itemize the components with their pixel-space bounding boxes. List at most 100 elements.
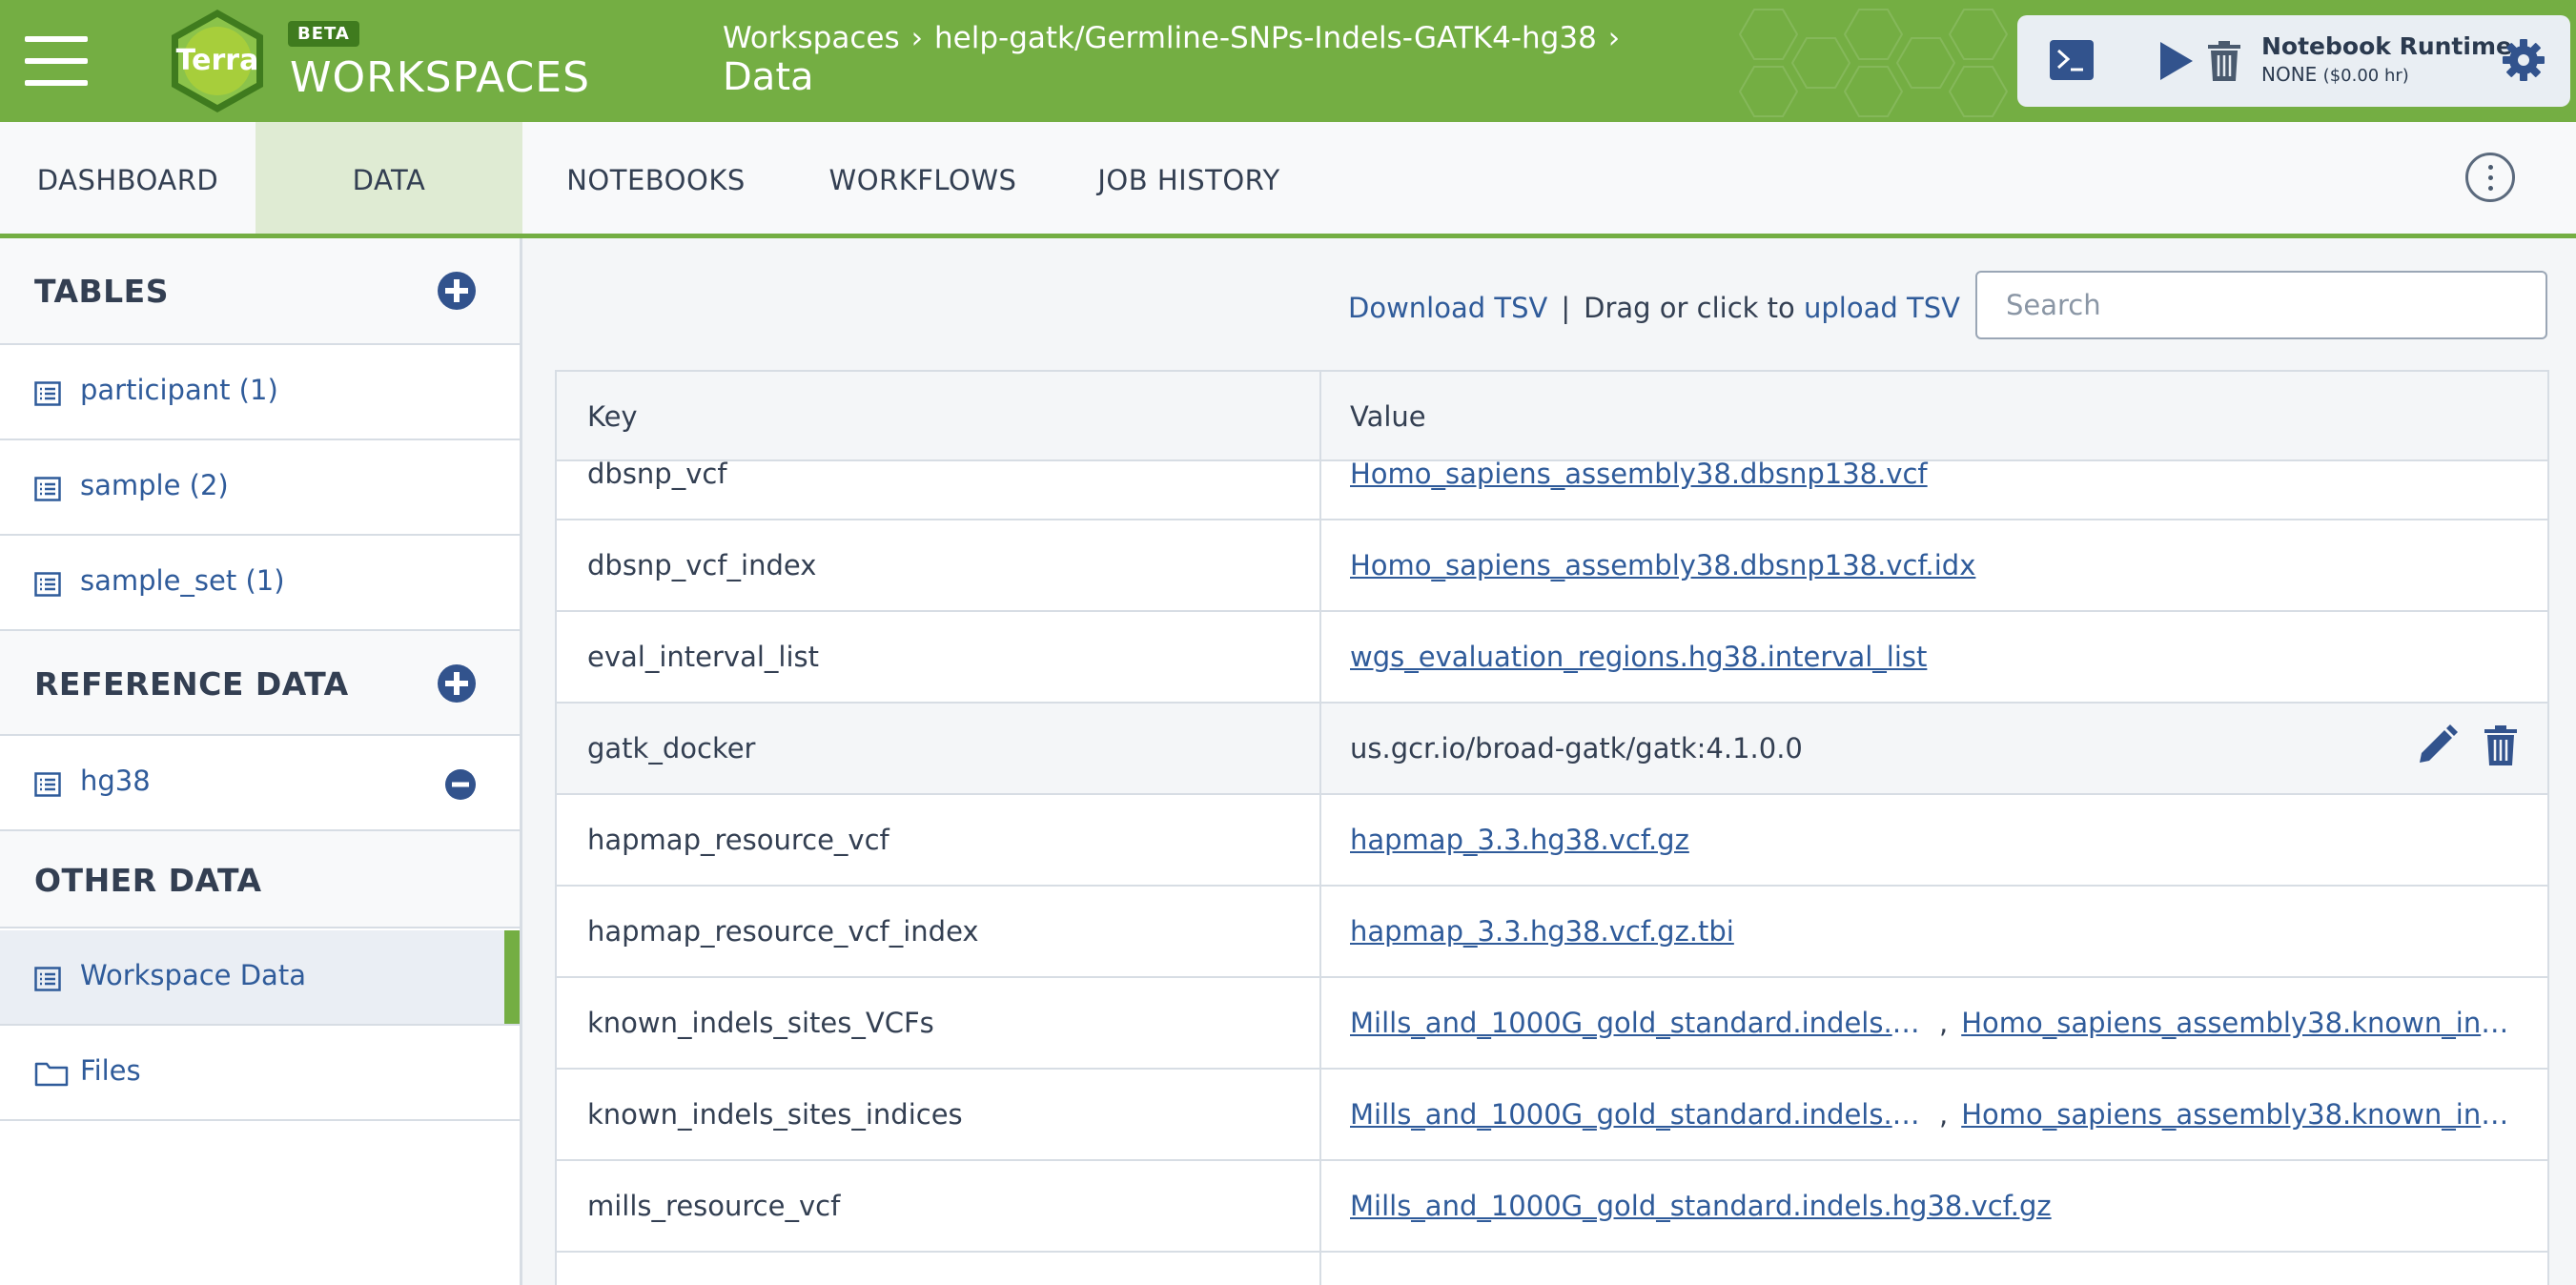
row-key: gatk_docker [587,732,756,765]
value-link[interactable]: Homo_sapiens_assembly38.dbsnp138.vcf.idx [1350,549,1975,581]
value-link[interactable]: Mills_and_1000G_gold_standard.indels.hg3… [1350,1190,2052,1222]
breadcrumb-workspaces[interactable]: Workspaces [723,21,900,55]
table-row[interactable]: eval_interval_list wgs_evaluation_region… [557,612,2547,704]
row-key: dbsnp_vcf [587,461,727,490]
download-tsv-link[interactable]: Download TSV [1348,292,1547,324]
sidebar-item-workspace-data[interactable]: Workspace Data [0,930,520,1026]
sidebar-item-label: hg38 [80,765,151,797]
tables-section-header: TABLES [0,238,520,345]
sidebar-item-sample[interactable]: sample (2) [0,440,520,536]
sidebar-item-label: Files [80,1054,141,1087]
data-sidebar: TABLES participant (1) sample (2) sample… [0,238,522,1285]
app-title[interactable]: WORKSPACES [290,53,590,102]
table-icon [34,772,61,797]
add-table-icon[interactable] [437,271,477,311]
page-title: Data [723,55,814,99]
sidebar-item-label: sample_set (1) [80,564,285,597]
sidebar-item-label: Workspace Data [80,959,306,991]
runtime-status-value: NONE [2261,63,2318,86]
value-link[interactable]: Mills_and_1000G_gold_standard.indels.h… [1350,1007,1926,1039]
column-divider [1319,1070,1321,1159]
value-link[interactable]: Mills_and_1000G_gold_standard.indels.h… [1350,1098,1926,1131]
value-link[interactable]: Homo_sapiens_assembly38.known_ind… [1961,1098,2514,1131]
tab-notebooks[interactable]: NOTEBOOKS [543,122,768,234]
other-data-section-header: OTHER DATA [0,831,520,928]
row-key: known_indels_sites_VCFs [587,1007,934,1039]
table-row[interactable]: known_indels_sites_indices Mills_and_100… [557,1070,2547,1161]
terminal-icon[interactable] [2050,40,2094,80]
table-row[interactable]: hapmap_resource_vcf_index hapmap_3.3.hg3… [557,887,2547,978]
table-row[interactable]: gatk_docker us.gcr.io/broad-gatk/gatk:4.… [557,704,2547,795]
table-row[interactable]: dbsnp_vcf Homo_sapiens_assembly38.dbsnp1… [557,461,2547,520]
value-link[interactable]: Homo_sapiens_assembly38.dbsnp138.vcf [1350,461,1928,490]
row-value: hapmap_3.3.hg38.vcf.gz [1350,824,1689,856]
value-link[interactable]: hapmap_3.3.hg38.vcf.gz [1350,824,1689,856]
remove-reference-icon[interactable] [444,768,477,801]
gear-icon[interactable] [2502,38,2545,82]
column-divider[interactable] [1319,372,1321,461]
row-key: eval_interval_list [587,641,819,673]
sidebar-item-participant[interactable]: participant (1) [0,345,520,440]
trash-icon[interactable] [2483,724,2519,766]
tab-job-history[interactable]: JOB HISTORY [1081,122,1297,234]
menu-icon[interactable] [25,36,88,86]
runtime-title: Notebook Runtime [2261,32,2512,60]
breadcrumb-separator: › [1607,21,1621,55]
column-divider [1319,612,1321,702]
breadcrumb-separator: › [910,21,923,55]
column-divider [1319,795,1321,885]
sidebar-item-files[interactable]: Files [0,1026,520,1121]
tsv-toolbar: Download TSV | Drag or click to upload TSV [1348,292,1960,324]
play-icon[interactable] [2157,40,2195,82]
tables-header-label: TABLES [34,273,169,310]
value-link[interactable]: wgs_evaluation_regions.hg38.interval_lis… [1350,641,1927,673]
sidebar-item-hg38[interactable]: hg38 [0,736,520,831]
value-separator: , [1939,1007,1949,1039]
tab-data[interactable]: DATA [256,122,522,234]
workspace-tabs: DASHBOARD DATA NOTEBOOKS WORKFLOWS JOB H… [0,122,2576,238]
row-key: known_indels_sites_indices [587,1098,963,1131]
row-value: Mills_and_1000G_gold_standard.indels.hg3… [1350,1190,2052,1222]
column-header-value[interactable]: Value [1350,400,1426,433]
add-reference-icon[interactable] [437,663,477,704]
beta-badge: BETA [288,21,359,47]
upload-tsv-link[interactable]: upload TSV [1804,292,1960,324]
row-key: hapmap_resource_vcf [587,824,889,856]
column-divider [1319,887,1321,976]
row-key: dbsnp_vcf_index [587,549,817,581]
runtime-cost: ($0.00 hr) [2322,66,2409,86]
more-options-icon[interactable] [2465,153,2515,202]
row-value: wgs_evaluation_regions.hg38.interval_lis… [1350,641,1927,673]
sidebar-item-label: participant (1) [80,374,278,406]
row-key: mills_resource_vcf [587,1190,841,1222]
table-header: Key Value [557,372,2547,461]
table-icon [34,572,61,597]
reference-header-label: REFERENCE DATA [34,665,349,703]
column-divider [1319,704,1321,793]
column-divider [1319,1253,1321,1285]
trash-icon[interactable] [2206,40,2242,82]
table-row[interactable]: known_indels_sites_VCFs Mills_and_1000G_… [557,978,2547,1070]
runtime-status: NONE ($0.00 hr) [2261,63,2409,86]
search-input[interactable] [1975,271,2547,339]
tab-workflows[interactable]: WORKFLOWS [807,122,1039,234]
table-icon [34,381,61,406]
tab-dashboard[interactable]: DASHBOARD [0,122,256,234]
breadcrumb-workspace-name[interactable]: help-gatk/Germline-SNPs-Indels-GATK4-hg3… [934,21,1597,55]
table-row[interactable]: mills_resource_vcf Mills_and_1000G_gold_… [557,1161,2547,1253]
pencil-icon[interactable] [2416,724,2458,766]
table-row[interactable]: dbsnp_vcf_index Homo_sapiens_assembly38.… [557,520,2547,612]
table-row[interactable] [557,1253,2547,1285]
value-link[interactable]: hapmap_3.3.hg38.vcf.gz.tbi [1350,915,1734,948]
value-link[interactable]: Homo_sapiens_assembly38.known_ind… [1961,1007,2514,1039]
column-header-key[interactable]: Key [587,400,638,433]
column-divider [1319,1161,1321,1251]
table-row[interactable]: hapmap_resource_vcf hapmap_3.3.hg38.vcf.… [557,795,2547,887]
table-body[interactable]: dbsnp_vcf Homo_sapiens_assembly38.dbsnp1… [557,461,2547,1285]
sidebar-item-sample-set[interactable]: sample_set (1) [0,536,520,631]
notebook-runtime-panel: Notebook Runtime NONE ($0.00 hr) [2017,15,2570,107]
table-icon [34,967,61,991]
column-divider [1319,978,1321,1068]
row-value: hapmap_3.3.hg38.vcf.gz.tbi [1350,915,1734,948]
value-separator: , [1939,1098,1949,1131]
